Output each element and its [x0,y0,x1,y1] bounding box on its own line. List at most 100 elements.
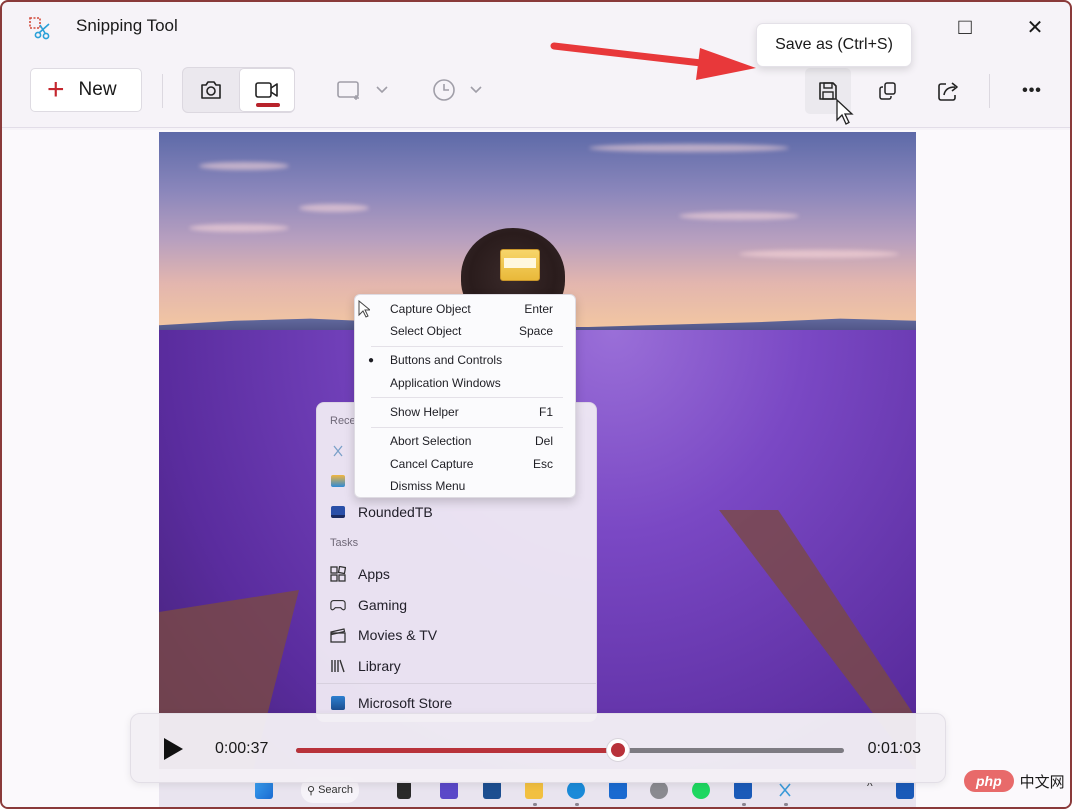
menu-item-shortcut: Esc [532,457,553,471]
menu-divider [371,397,563,398]
menu-item-dismiss-menu[interactable]: Dismiss Menu [355,475,575,497]
toolbar-divider [989,74,990,108]
task-item-gaming[interactable]: Gaming [330,593,407,617]
menu-item-label: Dismiss Menu [390,479,466,493]
start-menu-divider [317,683,596,684]
menu-divider [371,346,563,347]
gamepad-icon [330,597,346,613]
menu-item-capture-object[interactable]: Capture Object Enter [355,298,575,320]
menu-item-label: Show Helper [390,405,459,419]
app-title: Snipping Tool [76,16,178,35]
recent-item-label: RoundedTB [358,504,433,520]
menu-item-label: Select Object [390,324,462,338]
share-button[interactable] [926,68,972,114]
playback-thumb[interactable] [605,738,630,762]
toolbar: + New ••• [2,58,1070,128]
total-duration: 0:01:03 [867,740,921,757]
watermark: php 中文网 [964,770,1065,792]
defender-warning-icon[interactable] [896,781,914,799]
task-item-label: Apps [358,566,390,582]
task-item-label: Gaming [358,597,408,613]
settings-icon[interactable] [650,781,668,799]
close-icon: ✕ [1026,16,1044,39]
save-tooltip: Save as (Ctrl+S) [756,23,912,67]
snipping-tool-window: Snipping Tool □ ✕ + New ••• Save as (Ctr… [0,0,1072,809]
more-icon: ••• [1022,82,1042,99]
snip-shape-dropdown[interactable] [336,72,388,108]
edge-icon[interactable] [567,781,585,799]
playback-slider[interactable] [296,738,844,762]
snipping-tool-icon [330,443,346,459]
active-mode-indicator [256,103,280,107]
store-item-label: Microsoft Store [358,695,453,711]
windows-start-icon[interactable] [255,781,273,799]
toolbar-divider [162,74,163,108]
video-playback-bar: 0:00:37 0:01:03 [130,713,946,783]
tasks-section-label: Tasks [330,537,359,549]
store-taskbar-icon[interactable] [483,781,501,799]
recent-item-roundedtb[interactable]: RoundedTB [330,500,433,524]
file-explorer-icon[interactable] [525,781,543,799]
menu-item-abort-selection[interactable]: Abort Selection Del [355,430,575,452]
taskbar-search-label: Search [318,784,353,796]
selected-bullet-icon: ● [368,354,375,366]
annotation-arrow [550,42,756,80]
running-indicator [742,803,746,806]
task-item-movies-tv[interactable]: Movies & TV [330,623,437,647]
apps-icon [330,566,346,582]
clapperboard-icon [330,627,346,643]
spotify-icon[interactable] [692,781,710,799]
snipping-tool-app-icon [29,17,50,40]
copy-icon [879,82,896,100]
mouse-cursor-icon [836,98,854,125]
task-item-library[interactable]: Library [330,654,401,678]
task-item-label: Library [358,658,401,674]
menu-item-select-object[interactable]: Select Object Space [355,320,575,342]
menu-item-shortcut: F1 [538,405,553,419]
new-button[interactable]: + New [30,68,142,112]
chevron-down-icon [376,86,388,94]
roundedtb-icon [330,504,346,520]
snipping-tool-taskbar-icon[interactable] [776,781,794,799]
task-item-apps[interactable]: Apps [330,562,390,586]
rectangle-snip-icon [337,81,359,100]
search-icon: ⚲ [307,784,316,797]
screenshot-mode-button[interactable] [183,68,239,112]
menu-item-label: Cancel Capture [390,457,474,471]
menu-item-shortcut: Enter [524,302,553,316]
maximize-button[interactable]: □ [945,12,985,42]
video-mode-button[interactable] [239,68,295,112]
current-time: 0:00:37 [215,740,269,757]
menu-item-cancel-capture[interactable]: Cancel Capture Esc [355,453,575,475]
close-button[interactable]: ✕ [1015,12,1055,42]
recent-item[interactable] [330,469,346,493]
copy-button[interactable] [865,68,911,114]
menu-divider [371,427,563,428]
task-view-icon[interactable] [397,781,411,799]
library-icon [330,658,346,674]
photos-icon [330,473,346,489]
menu-item-show-helper[interactable]: Show Helper F1 [355,401,575,423]
remote-desktop-icon[interactable] [609,781,627,799]
menu-item-label: Abort Selection [390,434,472,448]
plus-icon: + [47,73,65,106]
playback-progress [296,748,618,753]
delay-dropdown[interactable] [432,72,482,108]
capture-context-menu: Capture Object Enter Select Object Space… [354,294,576,498]
microsoft-store-item[interactable]: Microsoft Store [330,691,452,715]
watermark-badge: php [964,770,1014,792]
running-indicator [533,803,537,806]
play-icon[interactable] [161,736,185,762]
share-icon [938,82,958,101]
running-indicator [575,803,579,806]
more-options-button[interactable]: ••• [1009,68,1055,114]
menu-item-application-windows[interactable]: Application Windows [355,372,575,394]
chat-icon[interactable] [440,781,458,799]
new-button-label: New [78,79,117,100]
recent-item[interactable] [330,439,346,463]
menu-item-buttons-and-controls[interactable]: ● Buttons and Controls [355,349,575,371]
maximize-icon: □ [958,14,972,39]
chevron-down-icon [470,86,482,94]
menu-item-label: Buttons and Controls [390,353,503,367]
word-icon[interactable] [734,781,752,799]
